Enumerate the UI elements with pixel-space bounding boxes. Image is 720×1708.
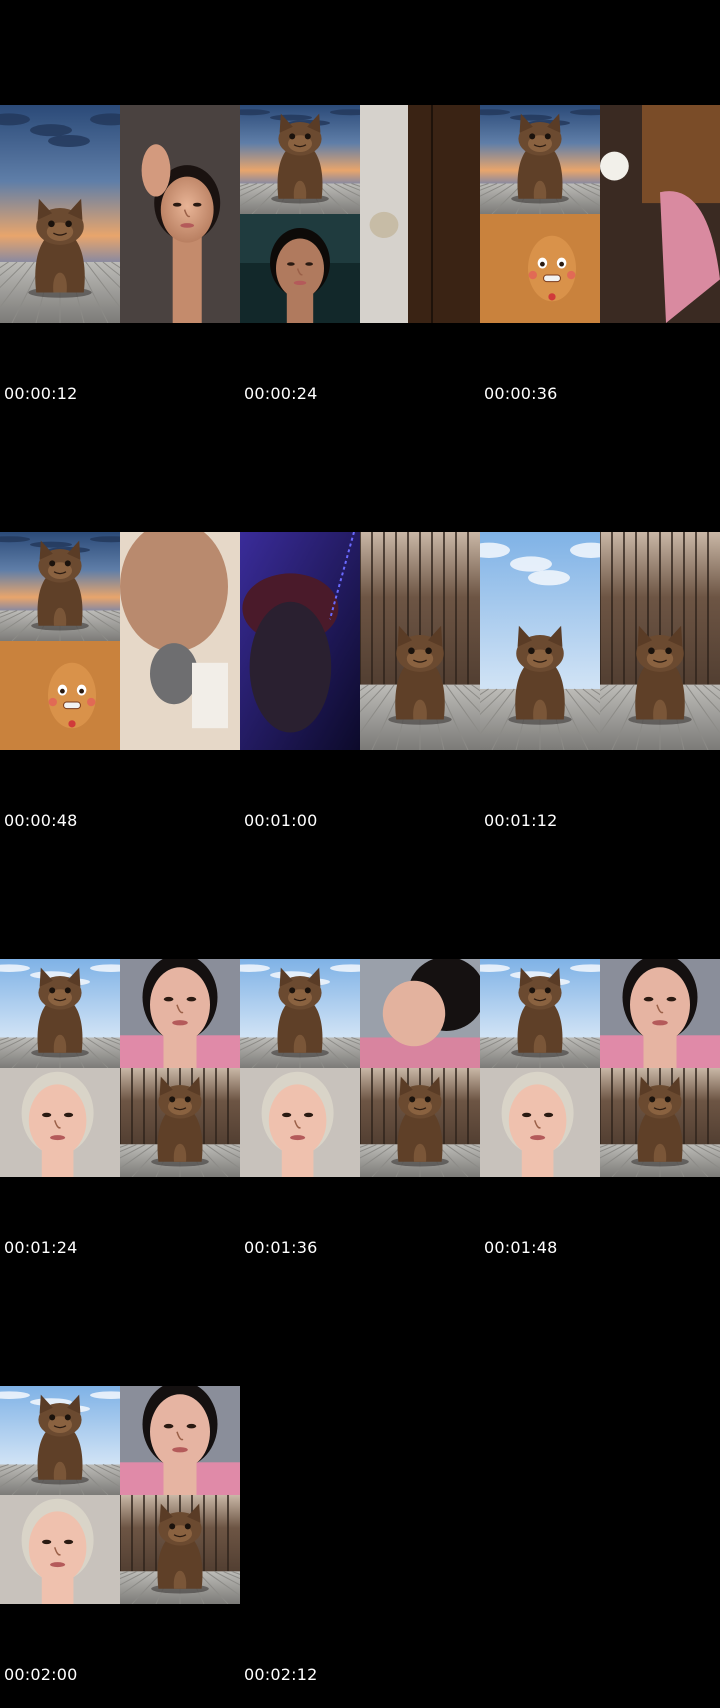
video-frame-thumbnail[interactable] [480, 105, 720, 323]
frame-tile-blurry-room [600, 105, 720, 323]
frame-tile-cat-sunset [0, 532, 120, 641]
frame-tile-blonde [0, 1495, 120, 1604]
timestamp-label: 00:01:36 [244, 1238, 318, 1257]
frame-tile-cat-woodwall [600, 1068, 720, 1177]
frame-tile-woman-profile [360, 959, 480, 1068]
frame-tile-cat-sunset [0, 105, 120, 323]
gingerbread-face [48, 662, 96, 729]
frame-tile-gingerbread [480, 214, 600, 323]
video-frame-thumbnail[interactable] [0, 959, 240, 1177]
frame-tile-cat-woodwall [360, 532, 480, 750]
frame-tile-cat-sky [0, 1386, 120, 1495]
video-frame-thumbnail[interactable] [240, 105, 480, 323]
frame-tile-woman-pink [600, 959, 720, 1068]
frame-tile-cat-sky [240, 959, 360, 1068]
frame-tile-blonde [240, 1068, 360, 1177]
video-frame-thumbnail[interactable] [0, 532, 240, 750]
frame-tile-woman-pink [120, 1386, 240, 1495]
frame-tile-blonde [480, 1068, 600, 1177]
frame-tile-cat-woodwall [120, 1068, 240, 1177]
timestamp-label: 00:00:36 [484, 384, 558, 403]
timestamp-label: 00:00:24 [244, 384, 318, 403]
timestamp-label: 00:02:00 [4, 1665, 78, 1684]
video-frame-thumbnail[interactable] [0, 105, 240, 323]
frame-tile-woman-dark [240, 214, 360, 323]
frame-tile-cat-woodwall [120, 1495, 240, 1604]
frame-tile-cat-sunset [480, 105, 600, 214]
timestamp-label: 00:01:00 [244, 811, 318, 830]
gingerbread-face [528, 235, 576, 302]
contact-sheet: 00:00:12 00:00:24 00:00:36 00:00:48 00:01:00… [0, 0, 720, 1708]
video-frame-thumbnail[interactable] [240, 959, 480, 1177]
frame-tile-cat-woodwall [360, 1068, 480, 1177]
frame-tile-man-purple [240, 532, 360, 750]
frame-tile-finger-blur [120, 532, 240, 750]
timestamp-label: 00:00:12 [4, 384, 78, 403]
timestamp-label: 00:01:48 [484, 1238, 558, 1257]
timestamp-label: 00:01:12 [484, 811, 558, 830]
video-frame-thumbnail[interactable] [240, 532, 480, 750]
video-frame-thumbnail[interactable] [0, 1386, 240, 1604]
timestamp-label: 00:01:24 [4, 1238, 78, 1257]
timestamp-label: 00:00:48 [4, 811, 78, 830]
frame-tile-cat-woodwall [600, 532, 720, 750]
frame-tile-gingerbread [0, 641, 120, 750]
frame-tile-cat-sky [0, 959, 120, 1068]
video-frame-thumbnail[interactable] [480, 959, 720, 1177]
frame-tile-woman-selfie [120, 105, 240, 323]
frame-tile-blonde [0, 1068, 120, 1177]
frame-tile-woman-pink [120, 959, 240, 1068]
frame-tile-wood-room [360, 105, 480, 323]
frame-tile-cat-sky [480, 959, 600, 1068]
frame-tile-cat-sky [480, 532, 600, 750]
frame-tile-cat-sunset [240, 105, 360, 214]
timestamp-label: 00:02:12 [244, 1665, 318, 1684]
video-frame-thumbnail[interactable] [480, 532, 720, 750]
